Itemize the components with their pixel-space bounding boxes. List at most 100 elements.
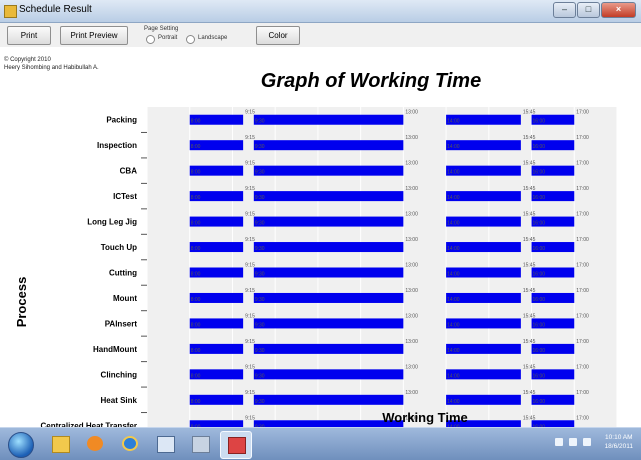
segment-start-label: 8:00 — [191, 297, 201, 303]
segment-end-label: 17:00 — [576, 339, 589, 345]
category-label: Mount — [113, 294, 137, 303]
segment-start-label: 16:00 — [533, 373, 546, 379]
page-setting-group: Page Setting Portrait Landscape — [144, 26, 244, 48]
segment-end-label: 9:15 — [245, 288, 255, 294]
tool-taskbar-button[interactable] — [185, 431, 215, 457]
segment-start-label: 14:00 — [447, 373, 460, 379]
segment-start-label: 8:00 — [191, 144, 201, 150]
segment-start-label: 16:00 — [533, 322, 546, 328]
segment-start-label: 9:30 — [255, 144, 265, 150]
segment-end-label: 9:15 — [245, 313, 255, 319]
bar-segment — [253, 343, 404, 354]
network-icon[interactable] — [569, 438, 577, 446]
segment-end-label: 13:00 — [405, 339, 418, 345]
segment-start-label: 16:00 — [533, 297, 546, 303]
window-taskbar-button[interactable] — [150, 431, 180, 457]
segment-start-label: 14:00 — [447, 119, 460, 125]
segment-end-label: 13:00 — [405, 161, 418, 167]
category-label: PAInsert — [105, 319, 138, 328]
segment-end-label: 9:15 — [245, 161, 255, 167]
segment-end-label: 13:00 — [405, 390, 418, 396]
segment-end-label: 13:00 — [405, 237, 418, 243]
segment-start-label: 16:00 — [533, 170, 546, 176]
segment-start-label: 14:00 — [447, 272, 460, 278]
volume-icon[interactable] — [583, 438, 591, 446]
internet-explorer-taskbar-button[interactable] — [115, 431, 145, 457]
chart-title: Graph of Working Time — [261, 70, 481, 92]
maximize-icon[interactable]: □ — [577, 2, 600, 18]
segment-end-label: 9:15 — [245, 390, 255, 396]
segment-end-label: 17:00 — [576, 288, 589, 294]
segment-end-label: 17:00 — [576, 212, 589, 218]
start-button[interactable] — [8, 432, 34, 458]
segment-end-label: 9:15 — [245, 186, 255, 192]
segment-start-label: 8:00 — [191, 373, 201, 379]
close-icon[interactable]: × — [601, 2, 636, 18]
schedule-app-taskbar-button[interactable] — [220, 431, 252, 459]
minimize-icon[interactable]: – — [553, 2, 576, 18]
segment-start-label: 9:30 — [255, 322, 265, 328]
clock[interactable]: 10:10 AM 18/6/2011 — [605, 433, 633, 451]
segment-start-label: 14:00 — [447, 195, 460, 201]
segment-end-label: 13:00 — [405, 135, 418, 141]
system-tray — [555, 438, 591, 446]
segment-end-label: 9:15 — [245, 135, 255, 141]
segment-end-label: 9:15 — [245, 110, 255, 116]
segment-end-label: 13:00 — [405, 288, 418, 294]
print-preview-button[interactable]: Print Preview — [60, 26, 128, 45]
segment-end-label: 17:00 — [576, 364, 589, 370]
page-setting-label: Page Setting — [144, 26, 179, 32]
portrait-label: Portrait — [158, 35, 178, 41]
print-button[interactable]: Print — [7, 26, 51, 45]
bar-segment — [253, 114, 404, 125]
segment-start-label: 8:00 — [191, 272, 201, 278]
segment-start-label: 8:00 — [191, 221, 201, 227]
category-label: Inspection — [97, 141, 137, 150]
segment-start-label: 14:00 — [447, 322, 460, 328]
segment-start-label: 8:00 — [191, 119, 201, 125]
app-icon — [4, 5, 17, 18]
segment-end-label: 9:15 — [245, 263, 255, 269]
x-axis-label: Working Time — [382, 410, 467, 425]
segment-start-label: 16:00 — [533, 348, 546, 354]
media-player-taskbar-button[interactable] — [80, 431, 110, 457]
segment-start-label: 14:00 — [447, 221, 460, 227]
working-time-chart: Graph of Working Time 8:009:159:3013:001… — [14, 70, 618, 427]
clock-time: 10:10 AM — [605, 434, 633, 441]
category-label: Heat Sink — [101, 396, 138, 405]
category-label: CBA — [120, 167, 138, 176]
segment-start-label: 14:00 — [447, 246, 460, 252]
segment-end-label: 17:00 — [576, 390, 589, 396]
bar-segment — [253, 369, 404, 380]
segment-end-label: 17:00 — [576, 415, 589, 421]
landscape-radio[interactable] — [186, 35, 195, 44]
segment-end-label: 13:00 — [405, 263, 418, 269]
segment-start-label: 8:00 — [191, 322, 201, 328]
segment-start-label: 14:00 — [447, 297, 460, 303]
segment-start-label: 9:30 — [255, 195, 265, 201]
segment-start-label: 16:00 — [533, 195, 546, 201]
segment-start-label: 9:30 — [255, 119, 265, 125]
segment-end-label: 9:15 — [245, 237, 255, 243]
segment-end-label: 9:15 — [245, 212, 255, 218]
portrait-radio[interactable] — [146, 35, 155, 44]
segment-start-label: 16:00 — [533, 119, 546, 125]
bar-segment — [253, 420, 404, 427]
bar-segment — [253, 216, 404, 227]
window-controls: – □ × — [553, 2, 636, 18]
flag-icon[interactable] — [555, 438, 563, 446]
category-label: Cutting — [109, 269, 137, 278]
segment-start-label: 9:30 — [255, 221, 265, 227]
segment-end-label: 17:00 — [576, 135, 589, 141]
segment-start-label: 14:00 — [447, 144, 460, 150]
segment-end-label: 17:00 — [576, 186, 589, 192]
segment-start-label: 9:30 — [255, 348, 265, 354]
segment-start-label: 16:00 — [533, 272, 546, 278]
color-button[interactable]: Color — [256, 26, 300, 45]
segment-start-label: 9:30 — [255, 272, 265, 278]
segment-start-label: 16:00 — [533, 221, 546, 227]
segment-start-label: 9:30 — [255, 399, 265, 405]
explorer-taskbar-button[interactable] — [45, 431, 75, 457]
segment-start-label: 16:00 — [533, 246, 546, 252]
segment-start-label: 8:00 — [191, 170, 201, 176]
